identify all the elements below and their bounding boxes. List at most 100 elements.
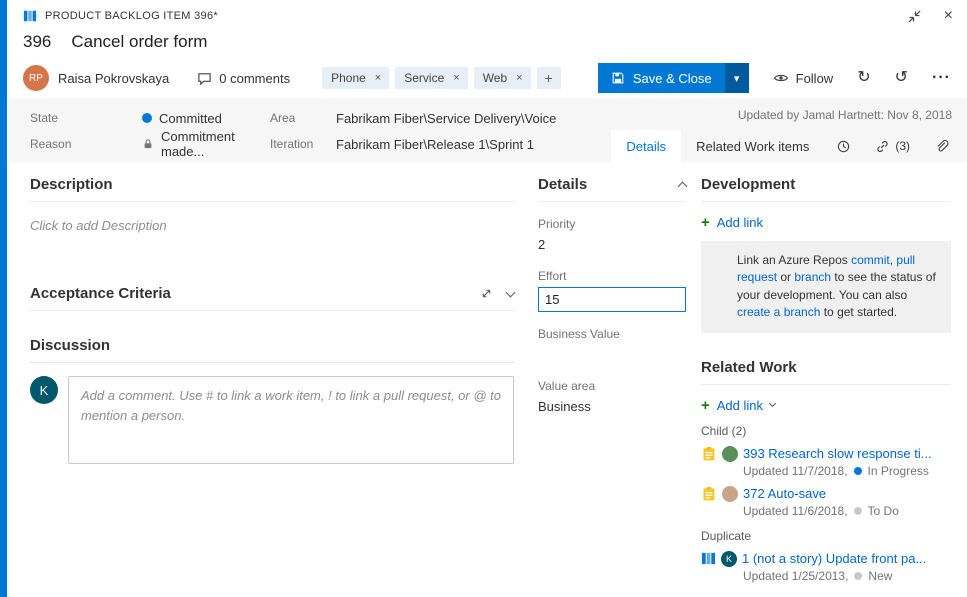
undo-icon[interactable]: ↺: [895, 70, 908, 86]
save-options-dropdown[interactable]: ▾: [725, 63, 749, 93]
acceptance-criteria-heading: Acceptance Criteria: [30, 285, 514, 311]
system-fields: State Committed Area Fabrikam Fiber\Serv…: [30, 105, 556, 157]
work-item-updated: Updated 1/25/2013,: [743, 569, 848, 583]
discussion-editor-row: K Add a comment. Use # to link a work it…: [30, 376, 514, 464]
state-label: State: [30, 111, 142, 125]
value-area-value[interactable]: Business: [538, 399, 686, 416]
assignee-avatar[interactable]: RP: [23, 65, 49, 91]
iteration-value[interactable]: Fabrikam Fiber\Release 1\Sprint 1: [336, 137, 556, 152]
development-info-box: Link an Azure Repos commit, pull request…: [701, 241, 951, 333]
work-item-link[interactable]: 393 Research slow response ti...: [743, 446, 951, 461]
add-link-label[interactable]: Add link: [717, 215, 763, 230]
value-area-field: Value area Business: [538, 379, 686, 416]
remove-tag-icon[interactable]: ×: [447, 72, 465, 84]
tab-details[interactable]: Details: [611, 130, 681, 162]
right-column: Development + Add link Link an Azure Rep…: [701, 176, 951, 583]
follow-label: Follow: [796, 71, 834, 86]
related-work-item: 372 Auto-save Updated 11/6/2018, To Do: [701, 486, 951, 518]
task-icon: [701, 446, 717, 462]
related-work-add-link[interactable]: + Add link: [701, 398, 951, 413]
create-branch-link[interactable]: create a branch: [737, 305, 820, 319]
links-count: (3): [895, 139, 910, 153]
remove-tag-icon[interactable]: ×: [369, 72, 387, 84]
effort-field: Effort: [538, 269, 686, 312]
effort-label: Effort: [538, 269, 686, 283]
add-link-dropdown-icon[interactable]: [769, 400, 776, 407]
restore-window-icon[interactable]: [907, 9, 922, 24]
comments-button[interactable]: 0 comments: [197, 71, 290, 86]
description-editor[interactable]: Click to add Description: [30, 218, 514, 233]
branch-link[interactable]: branch: [794, 270, 831, 284]
link-group-child: Child (2): [701, 424, 951, 438]
discussion-heading: Discussion: [30, 337, 514, 363]
area-value[interactable]: Fabrikam Fiber\Service Delivery\Voice: [336, 111, 556, 126]
state-field[interactable]: Committed: [142, 111, 270, 126]
lock-icon: [142, 138, 154, 150]
tag-phone[interactable]: Phone ×: [322, 67, 389, 89]
status-dot-icon: [854, 572, 862, 580]
details-panel: Details Priority 2 Effort Business Value…: [538, 176, 686, 583]
work-item-type-label: PRODUCT BACKLOG ITEM 396*: [45, 10, 218, 22]
priority-value[interactable]: 2: [538, 237, 686, 254]
related-work-heading: Related Work: [701, 359, 951, 385]
work-item-avatar: [722, 446, 738, 462]
comment-input[interactable]: Add a comment. Use # to link a work item…: [68, 376, 514, 464]
business-value-value[interactable]: [538, 347, 686, 364]
close-icon[interactable]: ×: [944, 8, 953, 24]
related-work-item: K 1 (not a story) Update front pa... Upd…: [701, 551, 951, 583]
tab-bar: Details Related Work items (3): [611, 130, 961, 162]
work-item-status: In Progress: [868, 464, 929, 478]
work-item-title[interactable]: Cancel order form: [71, 32, 207, 52]
tag-web[interactable]: Web ×: [474, 67, 531, 89]
follow-button[interactable]: Follow: [773, 70, 834, 86]
attachments-icon[interactable]: [922, 130, 961, 162]
save-and-close-button[interactable]: Save & Close: [598, 63, 725, 93]
business-value-label: Business Value: [538, 327, 686, 341]
info-text: Link an Azure Repos: [737, 253, 851, 267]
work-item-link[interactable]: 1 (not a story) Update front pa...: [742, 551, 951, 566]
work-item-infobar: State Committed Area Fabrikam Fiber\Serv…: [7, 98, 967, 162]
status-dot-icon: [854, 507, 862, 515]
add-link-label[interactable]: Add link: [717, 398, 763, 413]
tag-service[interactable]: Service ×: [395, 67, 467, 89]
reason-field: Commitment made...: [142, 129, 270, 159]
tab-related-work-items[interactable]: Related Work items: [681, 130, 824, 162]
save-button-label: Save & Close: [633, 71, 712, 86]
description-heading-label: Description: [30, 176, 113, 193]
refresh-icon[interactable]: ↻: [857, 70, 870, 86]
add-tag-button[interactable]: +: [537, 67, 561, 89]
assignee-name[interactable]: Raisa Pokrovskaya: [58, 71, 169, 86]
comment-bubble-icon: [197, 71, 212, 86]
collapse-details-icon[interactable]: [678, 182, 688, 192]
updated-by-text: Updated by Jamal Hartnett: Nov 8, 2018: [738, 108, 952, 122]
work-item-avatar: K: [721, 551, 737, 567]
work-item-status: To Do: [868, 504, 899, 518]
remove-tag-icon[interactable]: ×: [510, 72, 528, 84]
product-backlog-item-icon: [701, 551, 716, 566]
development-heading-label: Development: [701, 176, 795, 193]
collapse-section-icon[interactable]: [506, 287, 516, 297]
left-column: Description Click to add Description Acc…: [30, 176, 514, 583]
expand-editor-icon[interactable]: [480, 287, 493, 300]
priority-label: Priority: [538, 217, 686, 231]
work-item-updated: Updated 11/7/2018,: [743, 464, 848, 478]
status-dot-icon: [854, 467, 862, 475]
work-item-dialog: PRODUCT BACKLOG ITEM 396* × 396 Cancel o…: [0, 0, 967, 597]
links-icon[interactable]: (3): [863, 130, 922, 162]
work-item-id: 396: [23, 32, 51, 52]
development-add-link[interactable]: + Add link: [701, 215, 951, 230]
related-work-heading-label: Related Work: [701, 359, 797, 376]
history-icon[interactable]: [824, 130, 863, 162]
state-value: Committed: [159, 111, 222, 126]
acceptance-criteria-label: Acceptance Criteria: [30, 285, 171, 302]
value-area-label: Value area: [538, 379, 686, 393]
commit-link[interactable]: commit: [851, 253, 890, 267]
effort-input[interactable]: [538, 287, 686, 312]
more-options-icon[interactable]: ···: [932, 70, 951, 86]
work-item-link[interactable]: 372 Auto-save: [743, 486, 951, 501]
tag-label: Service: [404, 71, 444, 85]
toolbar: RP Raisa Pokrovskaya 0 comments Phone × …: [7, 58, 967, 98]
reason-value: Commitment made...: [161, 129, 270, 159]
tag-list: Phone × Service × Web × +: [322, 67, 561, 89]
save-icon: [611, 71, 625, 85]
